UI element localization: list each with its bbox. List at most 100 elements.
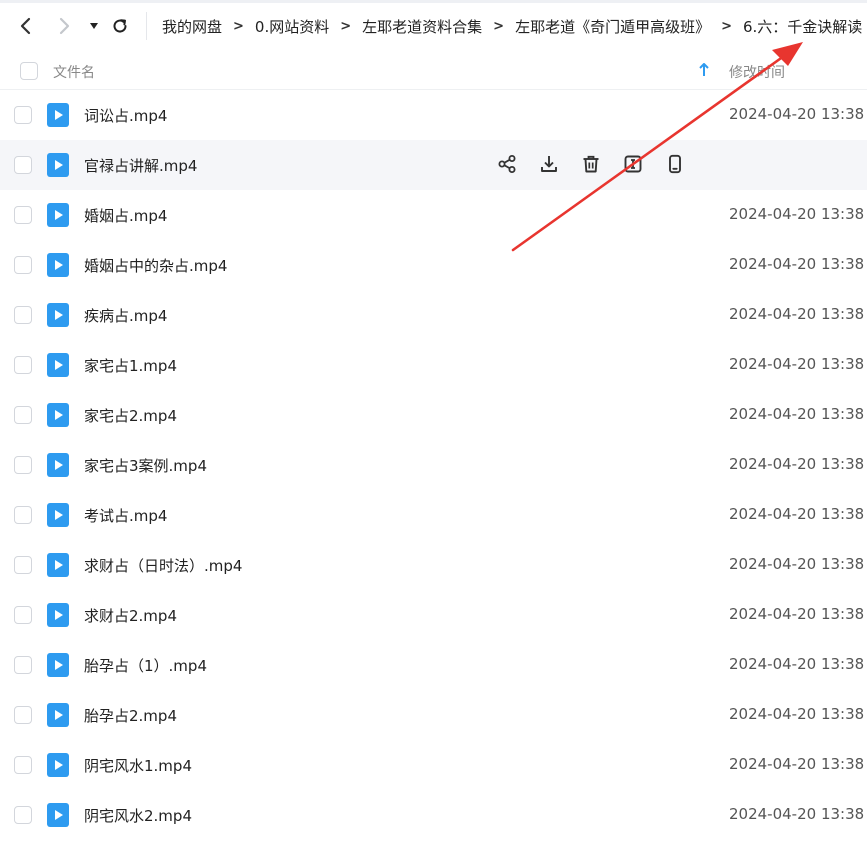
send-to-phone-button[interactable] [664,153,686,175]
file-row[interactable]: 胎孕占2.mp4 2024-04-20 13:38 [0,690,867,740]
file-row[interactable]: 阴宅风水2.mp4 2024-04-20 13:38 [0,790,867,840]
row-checkbox[interactable] [14,356,32,374]
chevron-left-icon [20,17,31,35]
row-checkbox[interactable] [14,756,32,774]
refresh-icon [113,19,127,33]
rename-button[interactable] [622,153,644,175]
file-modified-time: 2024-04-20 13:38 [729,605,865,623]
file-modified-time: 2024-04-20 13:38 [729,205,865,223]
file-row[interactable]: 婚姻占中的杂占.mp4 2024-04-20 13:38 [0,240,867,290]
file-row[interactable]: 胎孕占（1）.mp4 2024-04-20 13:38 [0,640,867,690]
sort-ascending-icon[interactable] [698,63,710,77]
file-name[interactable]: 胎孕占2.mp4 [84,705,177,726]
file-name[interactable]: 阴宅风水1.mp4 [84,755,192,776]
row-checkbox[interactable] [14,606,32,624]
file-modified-time: 2024-04-20 13:38 [729,455,865,473]
row-checkbox[interactable] [14,456,32,474]
video-file-icon [47,653,69,677]
video-file-icon [47,153,69,177]
file-list-header: 文件名 修改时间 [0,52,867,90]
breadcrumb-item-current[interactable]: 6.六：千金诀解读 [741,16,864,37]
chevron-right-icon [59,17,70,35]
file-row[interactable]: 求财占2.mp4 2024-04-20 13:38 [0,590,867,640]
file-row[interactable]: 阴宅风水1.mp4 2024-04-20 13:38 [0,740,867,790]
file-name[interactable]: 家宅占1.mp4 [84,355,177,376]
row-checkbox[interactable] [14,256,32,274]
row-checkbox[interactable] [14,656,32,674]
file-row[interactable]: 家宅占1.mp4 2024-04-20 13:38 [0,340,867,390]
select-all-checkbox[interactable] [20,62,38,80]
chevron-right-icon: > [493,18,505,34]
file-modified-time: 2024-04-20 13:38 [729,705,865,723]
delete-icon [583,155,599,173]
video-file-icon [47,703,69,727]
breadcrumb: 我的网盘 > 0.网站资料 > 左耶老道资料合集 > 左耶老道《奇门遁甲高级班》… [160,0,864,52]
file-modified-time: 2024-04-20 13:38 [729,755,865,773]
breadcrumb-item[interactable]: 左耶老道资料合集 [360,16,484,37]
file-modified-time: 2024-04-20 13:38 [729,355,865,373]
delete-button[interactable] [580,153,602,175]
download-button[interactable] [538,153,560,175]
row-checkbox[interactable] [14,806,32,824]
toolbar-separator [146,12,147,40]
file-name[interactable]: 求财占（日时法）.mp4 [84,555,242,576]
file-name[interactable]: 官禄占讲解.mp4 [84,155,197,176]
file-row[interactable]: 求财占（日时法）.mp4 2024-04-20 13:38 [0,540,867,590]
file-name[interactable]: 阴宅风水2.mp4 [84,805,192,826]
video-file-icon [47,453,69,477]
chevron-right-icon: > [233,18,244,34]
video-file-icon [47,403,69,427]
row-checkbox[interactable] [14,556,32,574]
share-icon [498,155,516,173]
video-file-icon [47,553,69,577]
file-name[interactable]: 词讼占.mp4 [84,105,167,126]
file-row[interactable]: 家宅占3案例.mp4 2024-04-20 13:38 [0,440,867,490]
breadcrumb-item[interactable]: 0.网站资料 [253,16,331,37]
breadcrumb-item[interactable]: 左耶老道《奇门遁甲高级班》 [513,16,712,37]
file-name[interactable]: 家宅占2.mp4 [84,405,177,426]
row-actions [496,153,686,175]
chevron-right-icon: > [340,18,352,34]
file-modified-time: 2024-04-20 13:38 [729,555,865,573]
file-row-hovered[interactable]: 官禄占讲解.mp4 [0,140,867,190]
video-file-icon [47,353,69,377]
file-modified-time: 2024-04-20 13:38 [729,255,865,273]
video-file-icon [47,253,69,277]
file-name[interactable]: 胎孕占（1）.mp4 [84,655,207,676]
download-icon [541,156,557,172]
file-name[interactable]: 考试占.mp4 [84,505,167,526]
file-modified-time: 2024-04-20 13:38 [729,105,865,123]
column-header-time[interactable]: 修改时间 [729,62,785,82]
video-file-icon [47,753,69,777]
row-checkbox[interactable] [14,706,32,724]
file-modified-time: 2024-04-20 13:38 [729,305,865,323]
column-header-name[interactable]: 文件名 [53,62,95,82]
video-file-icon [47,203,69,227]
breadcrumb-item[interactable]: 我的网盘 [160,16,224,37]
share-button[interactable] [496,153,518,175]
row-checkbox[interactable] [14,406,32,424]
file-row[interactable]: 考试占.mp4 2024-04-20 13:38 [0,490,867,540]
history-dropdown-button[interactable] [84,12,104,40]
file-name[interactable]: 婚姻占中的杂占.mp4 [84,255,227,276]
file-name[interactable]: 疾病占.mp4 [84,305,167,326]
file-name[interactable]: 求财占2.mp4 [84,605,177,626]
file-name[interactable]: 家宅占3案例.mp4 [84,455,207,476]
file-row[interactable]: 婚姻占.mp4 2024-04-20 13:38 [0,190,867,240]
row-checkbox[interactable] [14,206,32,224]
forward-button[interactable] [50,12,78,40]
back-button[interactable] [12,12,40,40]
file-row[interactable]: 疾病占.mp4 2024-04-20 13:38 [0,290,867,340]
file-row[interactable]: 家宅占2.mp4 2024-04-20 13:38 [0,390,867,440]
row-checkbox[interactable] [14,306,32,324]
file-row[interactable]: 词讼占.mp4 2024-04-20 13:38 [0,90,867,140]
top-toolbar: 我的网盘 > 0.网站资料 > 左耶老道资料合集 > 左耶老道《奇门遁甲高级班》… [0,0,867,52]
row-checkbox[interactable] [14,156,32,174]
video-file-icon [47,503,69,527]
row-checkbox[interactable] [14,106,32,124]
refresh-button[interactable] [106,12,134,40]
video-file-icon [47,303,69,327]
file-name[interactable]: 婚姻占.mp4 [84,205,167,226]
row-checkbox[interactable] [14,506,32,524]
file-modified-time: 2024-04-20 13:38 [729,505,865,523]
